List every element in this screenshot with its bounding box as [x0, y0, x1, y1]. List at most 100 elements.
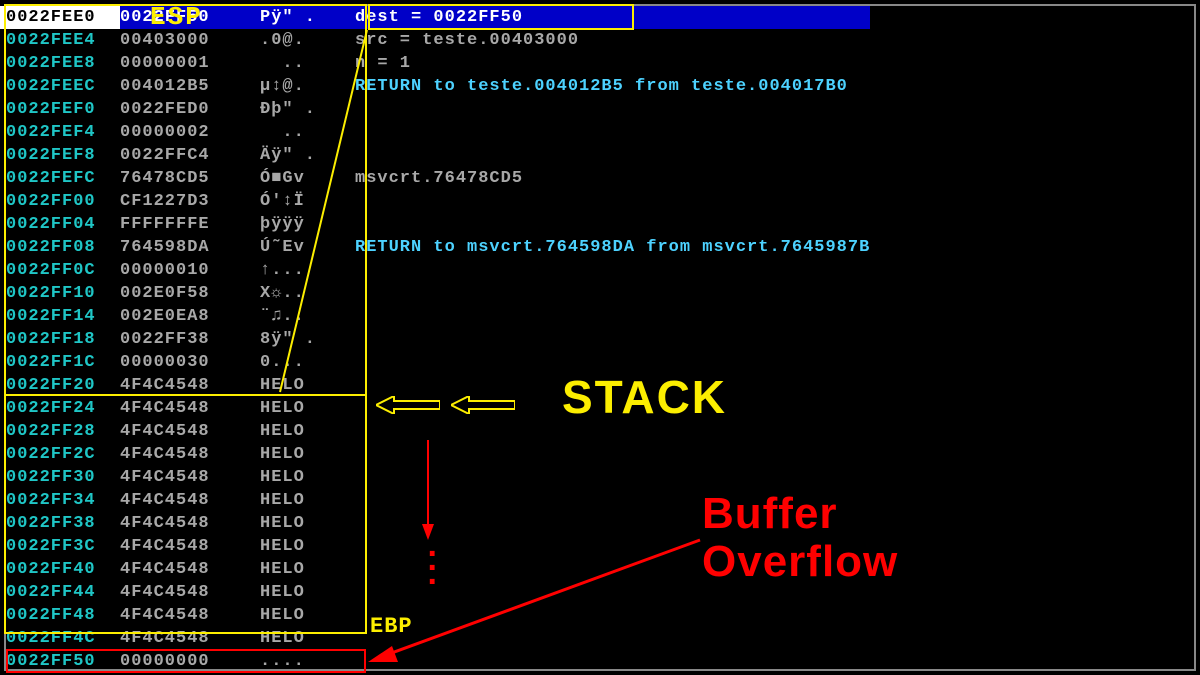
stack-addr: 0022FF30 — [0, 466, 120, 489]
stack-value: 00000030 — [120, 351, 260, 374]
stack-ascii: Pÿ" . — [260, 6, 355, 29]
stack-ascii: Ó■Gv — [260, 167, 355, 190]
stack-addr: 0022FF1C — [0, 351, 120, 374]
stack-note — [355, 121, 870, 144]
stack-value: 4F4C4548 — [120, 443, 260, 466]
stack-addr: 0022FF08 — [0, 236, 120, 259]
stack-addr: 0022FF38 — [0, 512, 120, 535]
stack-ascii: .0@. — [260, 29, 355, 52]
stack-row: 0022FF180022FF388ÿ" . — [0, 328, 870, 351]
stack-value: 4F4C4548 — [120, 397, 260, 420]
stack-ascii: 8ÿ" . — [260, 328, 355, 351]
stack-row: 0022FF284F4C4548HELO — [0, 420, 870, 443]
stack-row: 0022FF10002E0F58X☼.. — [0, 282, 870, 305]
stack-ascii: HELO — [260, 489, 355, 512]
stack-note: dest = 0022FF50 — [355, 6, 870, 29]
stack-value: 4F4C4548 — [120, 512, 260, 535]
stack-addr: 0022FF24 — [0, 397, 120, 420]
stack-ascii: .. — [260, 121, 355, 144]
stack-addr: 0022FEEC — [0, 75, 120, 98]
stack-addr: 0022FF3C — [0, 535, 120, 558]
stack-row: 0022FF1C000000300... — [0, 351, 870, 374]
stack-row: 0022FF4C4F4C4548HELO — [0, 627, 870, 650]
stack-value: 00000001 — [120, 52, 260, 75]
stack-ascii: HELO — [260, 443, 355, 466]
stack-ascii: Ú˜Ev — [260, 236, 355, 259]
stack-row: 0022FEEC004012B5µ↕@.RETURN to teste.0040… — [0, 75, 870, 98]
stack-value: 4F4C4548 — [120, 558, 260, 581]
stack-row: 0022FF0C00000010↑... — [0, 259, 870, 282]
stack-note — [355, 443, 870, 466]
stack-value: 0022FF38 — [120, 328, 260, 351]
stack-ascii: X☼.. — [260, 282, 355, 305]
stack-value: 00000010 — [120, 259, 260, 282]
stack-note — [355, 98, 870, 121]
label-stack: STACK — [562, 370, 727, 424]
stack-value: 004012B5 — [120, 75, 260, 98]
stack-row: 0022FF2C4F4C4548HELO — [0, 443, 870, 466]
buffer-start-arrows — [376, 396, 515, 422]
stack-row: 0022FF00CF1227D3Ó'↕Ï — [0, 190, 870, 213]
stack-ascii: ↑... — [260, 259, 355, 282]
stack-value: 764598DA — [120, 236, 260, 259]
label-ebp: EBP — [370, 614, 413, 639]
stack-row: 0022FF484F4C4548HELO — [0, 604, 870, 627]
stack-addr: 0022FF0C — [0, 259, 120, 282]
stack-addr: 0022FF18 — [0, 328, 120, 351]
stack-ascii: HELO — [260, 420, 355, 443]
stack-note — [355, 627, 870, 650]
stack-note: src = teste.00403000 — [355, 29, 870, 52]
stack-addr: 0022FF00 — [0, 190, 120, 213]
stack-note — [355, 466, 870, 489]
stack-addr: 0022FF10 — [0, 282, 120, 305]
stack-addr: 0022FEF8 — [0, 144, 120, 167]
stack-ascii: ¨♫.. — [260, 305, 355, 328]
stack-ascii: Äÿ" . — [260, 144, 355, 167]
stack-row: 0022FEE800000001 ..n = 1 — [0, 52, 870, 75]
stack-value: 0022FFC4 — [120, 144, 260, 167]
stack-note: msvcrt.76478CD5 — [355, 167, 870, 190]
stack-value: 4F4C4548 — [120, 466, 260, 489]
stack-addr: 0022FEE0 — [0, 6, 120, 29]
stack-ascii: HELO — [260, 466, 355, 489]
stack-ascii: HELO — [260, 581, 355, 604]
stack-row: 0022FEFC76478CD5Ó■Gvmsvcrt.76478CD5 — [0, 167, 870, 190]
stack-value: 00403000 — [120, 29, 260, 52]
stack-row: 0022FF14002E0EA8¨♫.. — [0, 305, 870, 328]
stack-row: 0022FEF00022FED0Ðþ" . — [0, 98, 870, 121]
stack-note: RETURN to msvcrt.764598DA from msvcrt.76… — [355, 236, 870, 259]
stack-note — [355, 650, 870, 673]
stack-note: n = 1 — [355, 52, 870, 75]
stack-ascii: Ó'↕Ï — [260, 190, 355, 213]
stack-note — [355, 190, 870, 213]
stack-note — [355, 305, 870, 328]
stack-row: 0022FEF400000002 .. — [0, 121, 870, 144]
stack-note — [355, 259, 870, 282]
stack-note — [355, 282, 870, 305]
stack-ascii: þÿÿÿ — [260, 213, 355, 236]
stack-value: 4F4C4548 — [120, 489, 260, 512]
stack-addr: 0022FEF0 — [0, 98, 120, 121]
stack-addr: 0022FF14 — [0, 305, 120, 328]
stack-row: 0022FEE400403000.0@.src = teste.00403000 — [0, 29, 870, 52]
stack-value: 4F4C4548 — [120, 420, 260, 443]
stack-note — [355, 144, 870, 167]
stack-row: 0022FF08764598DAÚ˜EvRETURN to msvcrt.764… — [0, 236, 870, 259]
stack-addr: 0022FF40 — [0, 558, 120, 581]
stack-ascii: HELO — [260, 627, 355, 650]
stack-addr: 0022FEFC — [0, 167, 120, 190]
stack-ascii: HELO — [260, 535, 355, 558]
stack-addr: 0022FF34 — [0, 489, 120, 512]
stack-ascii: 0... — [260, 351, 355, 374]
stack-value: 002E0F58 — [120, 282, 260, 305]
stack-row: 0022FF04FFFFFFFEþÿÿÿ — [0, 213, 870, 236]
stack-note — [355, 328, 870, 351]
stack-ascii: HELO — [260, 604, 355, 627]
stack-ascii: µ↕@. — [260, 75, 355, 98]
stack-ascii: HELO — [260, 558, 355, 581]
stack-value: 4F4C4548 — [120, 581, 260, 604]
stack-addr: 0022FF48 — [0, 604, 120, 627]
stack-value: CF1227D3 — [120, 190, 260, 213]
stack-ascii: .. — [260, 52, 355, 75]
stack-value: 0022FED0 — [120, 98, 260, 121]
